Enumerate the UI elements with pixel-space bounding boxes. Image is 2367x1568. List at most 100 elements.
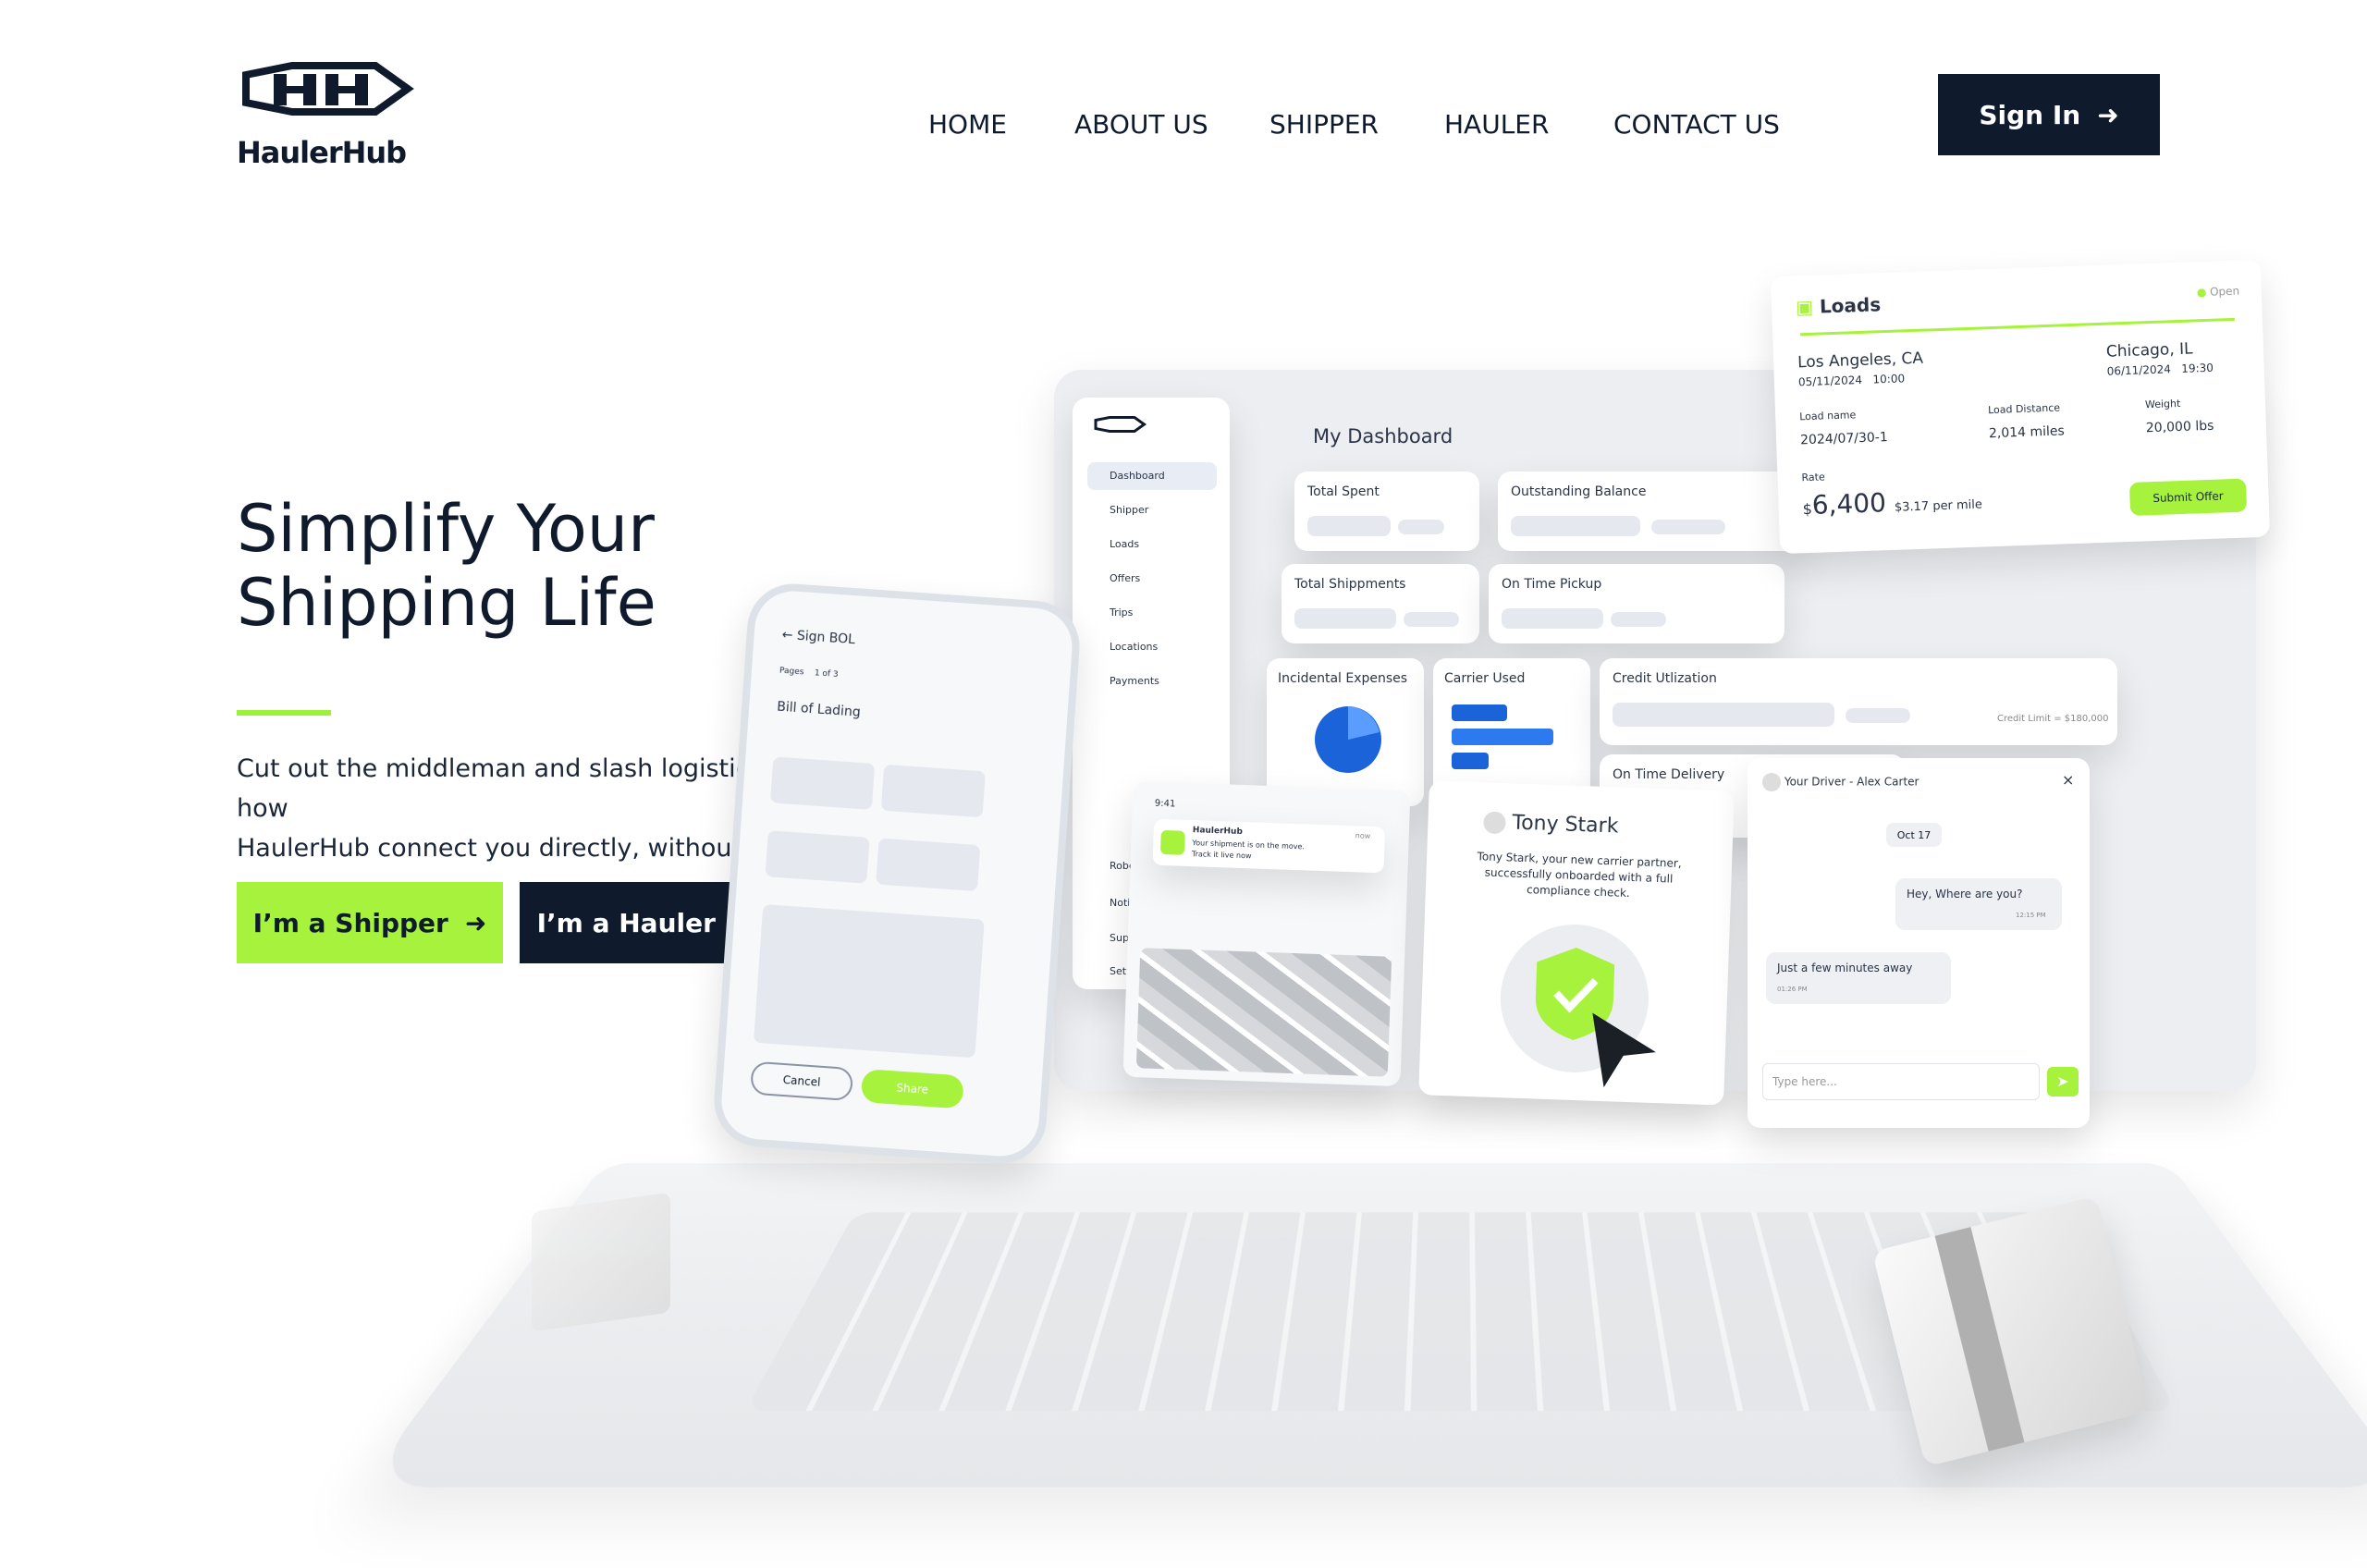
product-illustration: Dashboard Shipper Loads Offers Trips Loc… [481, 277, 2349, 1535]
load-distance-value: 2,014 miles [1989, 423, 2065, 441]
share-button[interactable]: Share [861, 1069, 964, 1109]
nav-home[interactable]: HOME [928, 109, 1007, 140]
avatar [1762, 773, 1781, 791]
phone-header: ← Sign BOL [781, 628, 855, 647]
tile-on-time-pickup: On Time Pickup [1489, 564, 1784, 643]
chat-header-text: Your Driver - Alex Carter [1784, 776, 1919, 789]
send-icon[interactable]: ➤ [2047, 1067, 2079, 1096]
arrow-right-icon: ➜ [2097, 100, 2118, 130]
sidebar-item-loads: Loads [1110, 538, 1139, 550]
notification-time: now [1355, 831, 1371, 840]
submit-offer-button[interactable]: Submit Offer [2129, 479, 2247, 516]
route-line [1800, 318, 2235, 336]
haulerhub-logo-small [1093, 416, 1148, 444]
nav-contact-us[interactable]: CONTACT US [1613, 109, 1780, 140]
sidebar-item-dashboard: Dashboard [1110, 470, 1165, 482]
city-map [1136, 948, 1392, 1076]
chat-message-incoming: Just a few minutes away 01:26 PM [1766, 952, 1951, 1004]
sidebar-item-payments: Payments [1110, 675, 1159, 687]
chat-message-time: 01:26 PM [1777, 986, 1808, 993]
avatar [1483, 811, 1506, 834]
chat-input[interactable]: Type here... [1762, 1063, 2040, 1100]
origin-datetime: 05/11/2024 10:00 [1798, 372, 1906, 388]
origin-date: 05/11/2024 [1798, 374, 1863, 388]
chat-date: Oct 17 [1886, 823, 1942, 847]
carrier-name-row: Tony Stark [1483, 810, 1619, 838]
app-icon [1160, 830, 1185, 855]
weight-value: 20,000 lbs [2146, 419, 2214, 436]
chat-input-placeholder: Type here... [1772, 1075, 1837, 1088]
notification: HaulerHub Your shipment is on the move. … [1153, 819, 1386, 874]
carrier-name: Tony Stark [1512, 812, 1619, 839]
nav-about-us[interactable]: ABOUT US [1074, 109, 1208, 140]
driver-chat-card: Your Driver - Alex Carter × Oct 17 Hey, … [1748, 758, 2090, 1128]
notification-link[interactable]: Track it live now [1192, 850, 1252, 860]
pages-indicator: Pages 1 of 3 [779, 667, 839, 680]
tile-label: Total Shippments [1294, 577, 1405, 592]
tile-label: Credit Utlization [1613, 671, 1717, 686]
cursor-arrow-icon [1585, 1008, 1662, 1094]
origin-time: 10:00 [1872, 372, 1905, 386]
tile-label: On Time Pickup [1502, 577, 1601, 592]
loads-card: ▣ Loads ● Open Los Angeles, CA 05/11/202… [1771, 260, 2270, 554]
sidebar-item-locations: Locations [1110, 641, 1158, 653]
tile-credit-utilization: Credit Utlization Credit Limit = $180,00… [1600, 658, 2117, 745]
load-name-value: 2024/07/30-1 [1800, 430, 1888, 447]
tile-total-shipments: Total Shippments [1282, 564, 1479, 643]
destination-date: 06/11/2024 [2106, 362, 2171, 377]
pie-chart-icon [1311, 703, 1385, 777]
truck-icon: ▣ [1796, 296, 1814, 319]
carrier-description: Tony Stark, your new carrier partner, su… [1453, 848, 1705, 903]
origin-city: Los Angeles, CA [1797, 349, 1923, 373]
tile-outstanding-balance: Outstanding Balance [1498, 472, 1803, 551]
weight-label: Weight [2145, 398, 2181, 410]
chat-message-time: 12:15 PM [2016, 912, 2046, 919]
document-title: Bill of Lading [777, 700, 861, 720]
chat-message-text: Hey, Where are you? [1907, 888, 2023, 900]
shipper-cta-label: I’m a Shipper [253, 908, 448, 938]
pages-label: Pages [779, 667, 804, 678]
sign-in-button[interactable]: Sign In ➜ [1938, 74, 2160, 155]
load-distance-label: Load Distance [1988, 402, 2060, 417]
chat-header: Your Driver - Alex Carter [1762, 773, 1919, 791]
rate-per-mile: $3.17 per mile [1895, 498, 1982, 515]
cancel-button[interactable]: Cancel [750, 1061, 853, 1102]
tile-label: Carrier Used [1444, 671, 1525, 686]
tile-label: Total Spent [1307, 484, 1380, 499]
dashboard-title: My Dashboard [1313, 425, 1453, 447]
destination-city: Chicago, IL [2106, 339, 2193, 361]
rate-value: $6,400 $3.17 per mile [1802, 484, 1982, 521]
rate-amount: 6,400 [1811, 487, 1886, 521]
loads-status: ● Open [2197, 285, 2240, 300]
loads-title-text: Loads [1820, 293, 1882, 317]
accent-divider [237, 710, 331, 716]
load-name-label: Load name [1799, 409, 1857, 423]
loads-title: ▣ Loads [1796, 293, 1882, 318]
package-box-left [532, 1192, 670, 1331]
rate-label: Rate [1801, 471, 1825, 484]
chat-message-outgoing: Hey, Where are you? 12:15 PM [1895, 878, 2062, 930]
pages-value: 1 of 3 [814, 668, 838, 680]
nav-hauler[interactable]: HAULER [1444, 109, 1549, 140]
destination-datetime: 06/11/2024 19:30 [2106, 361, 2214, 378]
destination-time: 19:30 [2181, 361, 2214, 375]
carrier-card: Tony Stark Tony Stark, your new carrier … [1418, 780, 1735, 1105]
package-tape [1935, 1227, 2025, 1452]
mini-phone-card: 9:41 HaulerHub Your shipment is on the m… [1123, 781, 1411, 1086]
notification-body: Your shipment is on the move. [1192, 839, 1305, 851]
chat-message-text: Just a few minutes away [1777, 962, 1912, 974]
shipper-cta-button[interactable]: I’m a Shipper ➜ [237, 882, 503, 963]
nav-shipper[interactable]: SHIPPER [1269, 109, 1379, 140]
tile-label: Outstanding Balance [1511, 484, 1646, 499]
mini-phone-time: 9:41 [1155, 799, 1176, 810]
brand-name: HaulerHub [237, 135, 406, 170]
sidebar-item-offers: Offers [1110, 572, 1140, 584]
loads-status-text: Open [2210, 285, 2240, 299]
close-icon[interactable]: × [2062, 771, 2074, 789]
credit-limit-label: Credit Limit = $180,000 [1997, 714, 2109, 724]
notification-title: HaulerHub [1193, 826, 1243, 837]
phone-header-text: Sign BOL [796, 629, 855, 647]
phone-mockup: ← Sign BOL Pages 1 of 3 Bill of Lading C… [711, 581, 1083, 1167]
tile-incidental-expenses: Incidental Expenses [1267, 658, 1424, 806]
sidebar-item-shipper: Shipper [1110, 504, 1148, 516]
